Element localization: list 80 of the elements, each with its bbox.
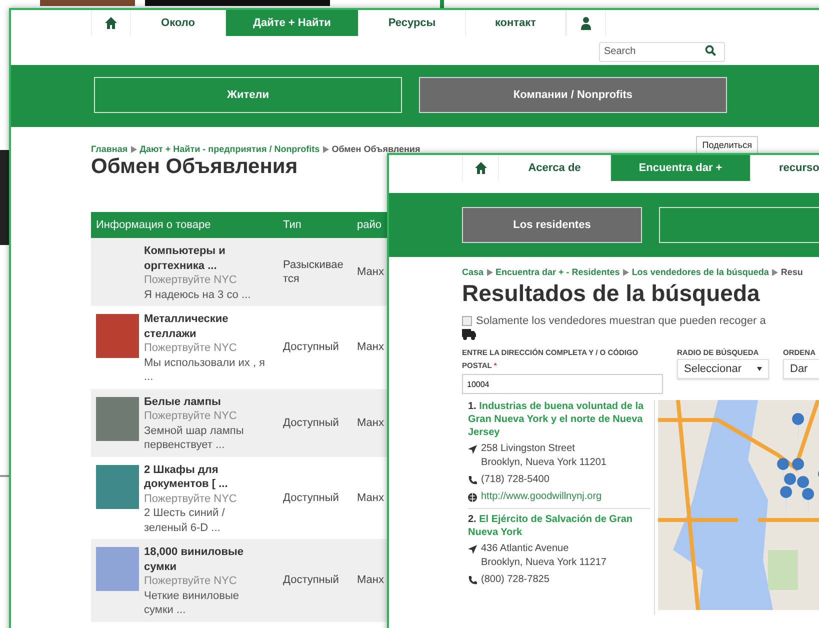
item-organization: Пожертвуйте NYC xyxy=(144,574,238,588)
location-arrow-icon xyxy=(468,545,477,554)
column-header: Тип xyxy=(283,219,302,231)
result-website-link[interactable]: http://www.goodwillnynj.org xyxy=(481,490,602,504)
item-description: Я надеюсь на 3 со ... xyxy=(144,288,252,302)
separator-icon xyxy=(772,268,778,276)
breadcrumb-link[interactable]: Encuentra dar + - Residentes xyxy=(496,267,620,277)
breadcrumb-current: Обмен Объявления xyxy=(332,144,420,154)
page-title: Resultados de la búsqueda xyxy=(462,279,760,307)
item-description: Мы использовали их , я ... xyxy=(144,356,266,384)
table-cell-text: Манх xyxy=(357,416,385,430)
item-title[interactable]: Компьютеры и оргтехника ... xyxy=(144,244,266,273)
item-organization: Пожертвуйте NYC xyxy=(144,492,238,506)
home-icon xyxy=(474,162,486,174)
table-cell-text: Доступный xyxy=(283,340,340,356)
checkbox[interactable] xyxy=(462,316,472,326)
table-cell-text: Манх xyxy=(357,490,385,506)
item-organization: Пожертвуйте NYC xyxy=(144,341,238,356)
radius-dropdown[interactable]: Seleccionar xyxy=(677,359,769,379)
truck-icon xyxy=(462,329,476,340)
item-title[interactable]: 2 Шкафы для документов [ ... xyxy=(144,462,266,492)
audience-button[interactable]: Жители xyxy=(94,77,402,113)
separator-icon xyxy=(622,268,629,276)
result-title[interactable]: 1. Industrias de buena voluntad de la Gran Nueva York y el norte de Nueva Jersey xyxy=(468,400,650,439)
item-title[interactable]: Белые лампы xyxy=(144,394,266,409)
account-tab[interactable] xyxy=(566,10,606,36)
checkbox-label: Solamente los vendedores muestran que pueden recoger a xyxy=(476,315,766,327)
result-title[interactable]: 2. El Ejército de Salvación de Gran Nueva York xyxy=(468,513,650,539)
location-arrow-icon xyxy=(468,445,477,454)
share-button[interactable]: Поделиться xyxy=(696,136,758,154)
item-title[interactable]: 18,000 виниловые сумки xyxy=(144,545,266,574)
search-field[interactable]: Search xyxy=(599,42,725,62)
nav-tab[interactable]: Acerca de xyxy=(499,155,611,181)
table-cell-text: Манх xyxy=(357,573,385,588)
item-organization: Пожертвуйте NYC xyxy=(144,273,238,288)
order-dropdown[interactable]: Dar xyxy=(783,359,819,379)
nav-tab[interactable]: Дайте + Найти xyxy=(226,10,359,36)
result-phone: (718) 728-5400 xyxy=(481,473,550,487)
breadcrumb-link[interactable]: Los vendedores de la búsqueda xyxy=(632,267,769,277)
separator-icon xyxy=(322,146,329,152)
user-icon xyxy=(581,16,591,30)
nav-tab[interactable]: Ресурсы xyxy=(359,10,466,36)
home-tab[interactable] xyxy=(91,10,131,36)
separator-icon xyxy=(130,146,137,152)
separator-icon xyxy=(486,268,493,276)
nav-tab[interactable]: контакт xyxy=(466,10,566,36)
home-icon xyxy=(105,17,117,29)
result-address: 258 Livingston Street Brooklyn, Nueva York 11201 xyxy=(481,442,606,470)
result-phone: (800) 728-7825 xyxy=(481,573,550,587)
table-cell-text: Разыскивае тся xyxy=(283,258,344,287)
audience-button[interactable]: Los residentes xyxy=(462,207,642,243)
item-organization: Пожертвуйте NYC xyxy=(144,409,238,424)
caret-icon xyxy=(757,367,762,371)
result-address: 436 Atlantic Avenue Brooklyn, Nueva York 11217 xyxy=(481,542,606,570)
home-tab[interactable] xyxy=(462,155,499,181)
audience-button[interactable]: Компании / Nonprofits xyxy=(419,77,727,113)
phone-icon xyxy=(468,476,477,485)
table-cell-text: Доступный xyxy=(283,416,340,430)
column-header: Информация о товаре xyxy=(95,219,212,231)
breadcrumb-current: Resu xyxy=(780,267,803,277)
nav-tab[interactable]: Encuentra dar + xyxy=(611,155,751,181)
address-field[interactable]: 10004 xyxy=(462,374,663,394)
table-cell-text: Доступный xyxy=(283,573,340,588)
item-description: Четкие виниловые сумки ... xyxy=(144,588,240,618)
breadcrumb-link[interactable]: Главная xyxy=(91,144,128,154)
nav-tab[interactable]: Около xyxy=(131,10,226,36)
globe-icon xyxy=(468,493,477,502)
table-cell-text: Манх xyxy=(357,340,385,356)
audience-button[interactable] xyxy=(659,207,819,243)
column-header: райо xyxy=(357,219,382,231)
item-description: Земной шар лампы первенствует ... xyxy=(144,424,245,452)
breadcrumb-link[interactable]: Casa xyxy=(462,267,484,277)
table-cell-text: Манх xyxy=(357,265,385,280)
item-description: 2 Шесть синий / зеленый 6-D ... xyxy=(144,506,226,535)
search-icon xyxy=(705,45,716,56)
phone-icon xyxy=(468,576,477,585)
breadcrumb-link[interactable]: Дают + Найти - предприятия / Nonprofits xyxy=(140,144,320,154)
page-title: Обмен Объявления xyxy=(91,154,298,180)
item-title[interactable]: Металлические стеллажи xyxy=(144,312,266,341)
table-cell-text: Доступный xyxy=(283,490,340,506)
